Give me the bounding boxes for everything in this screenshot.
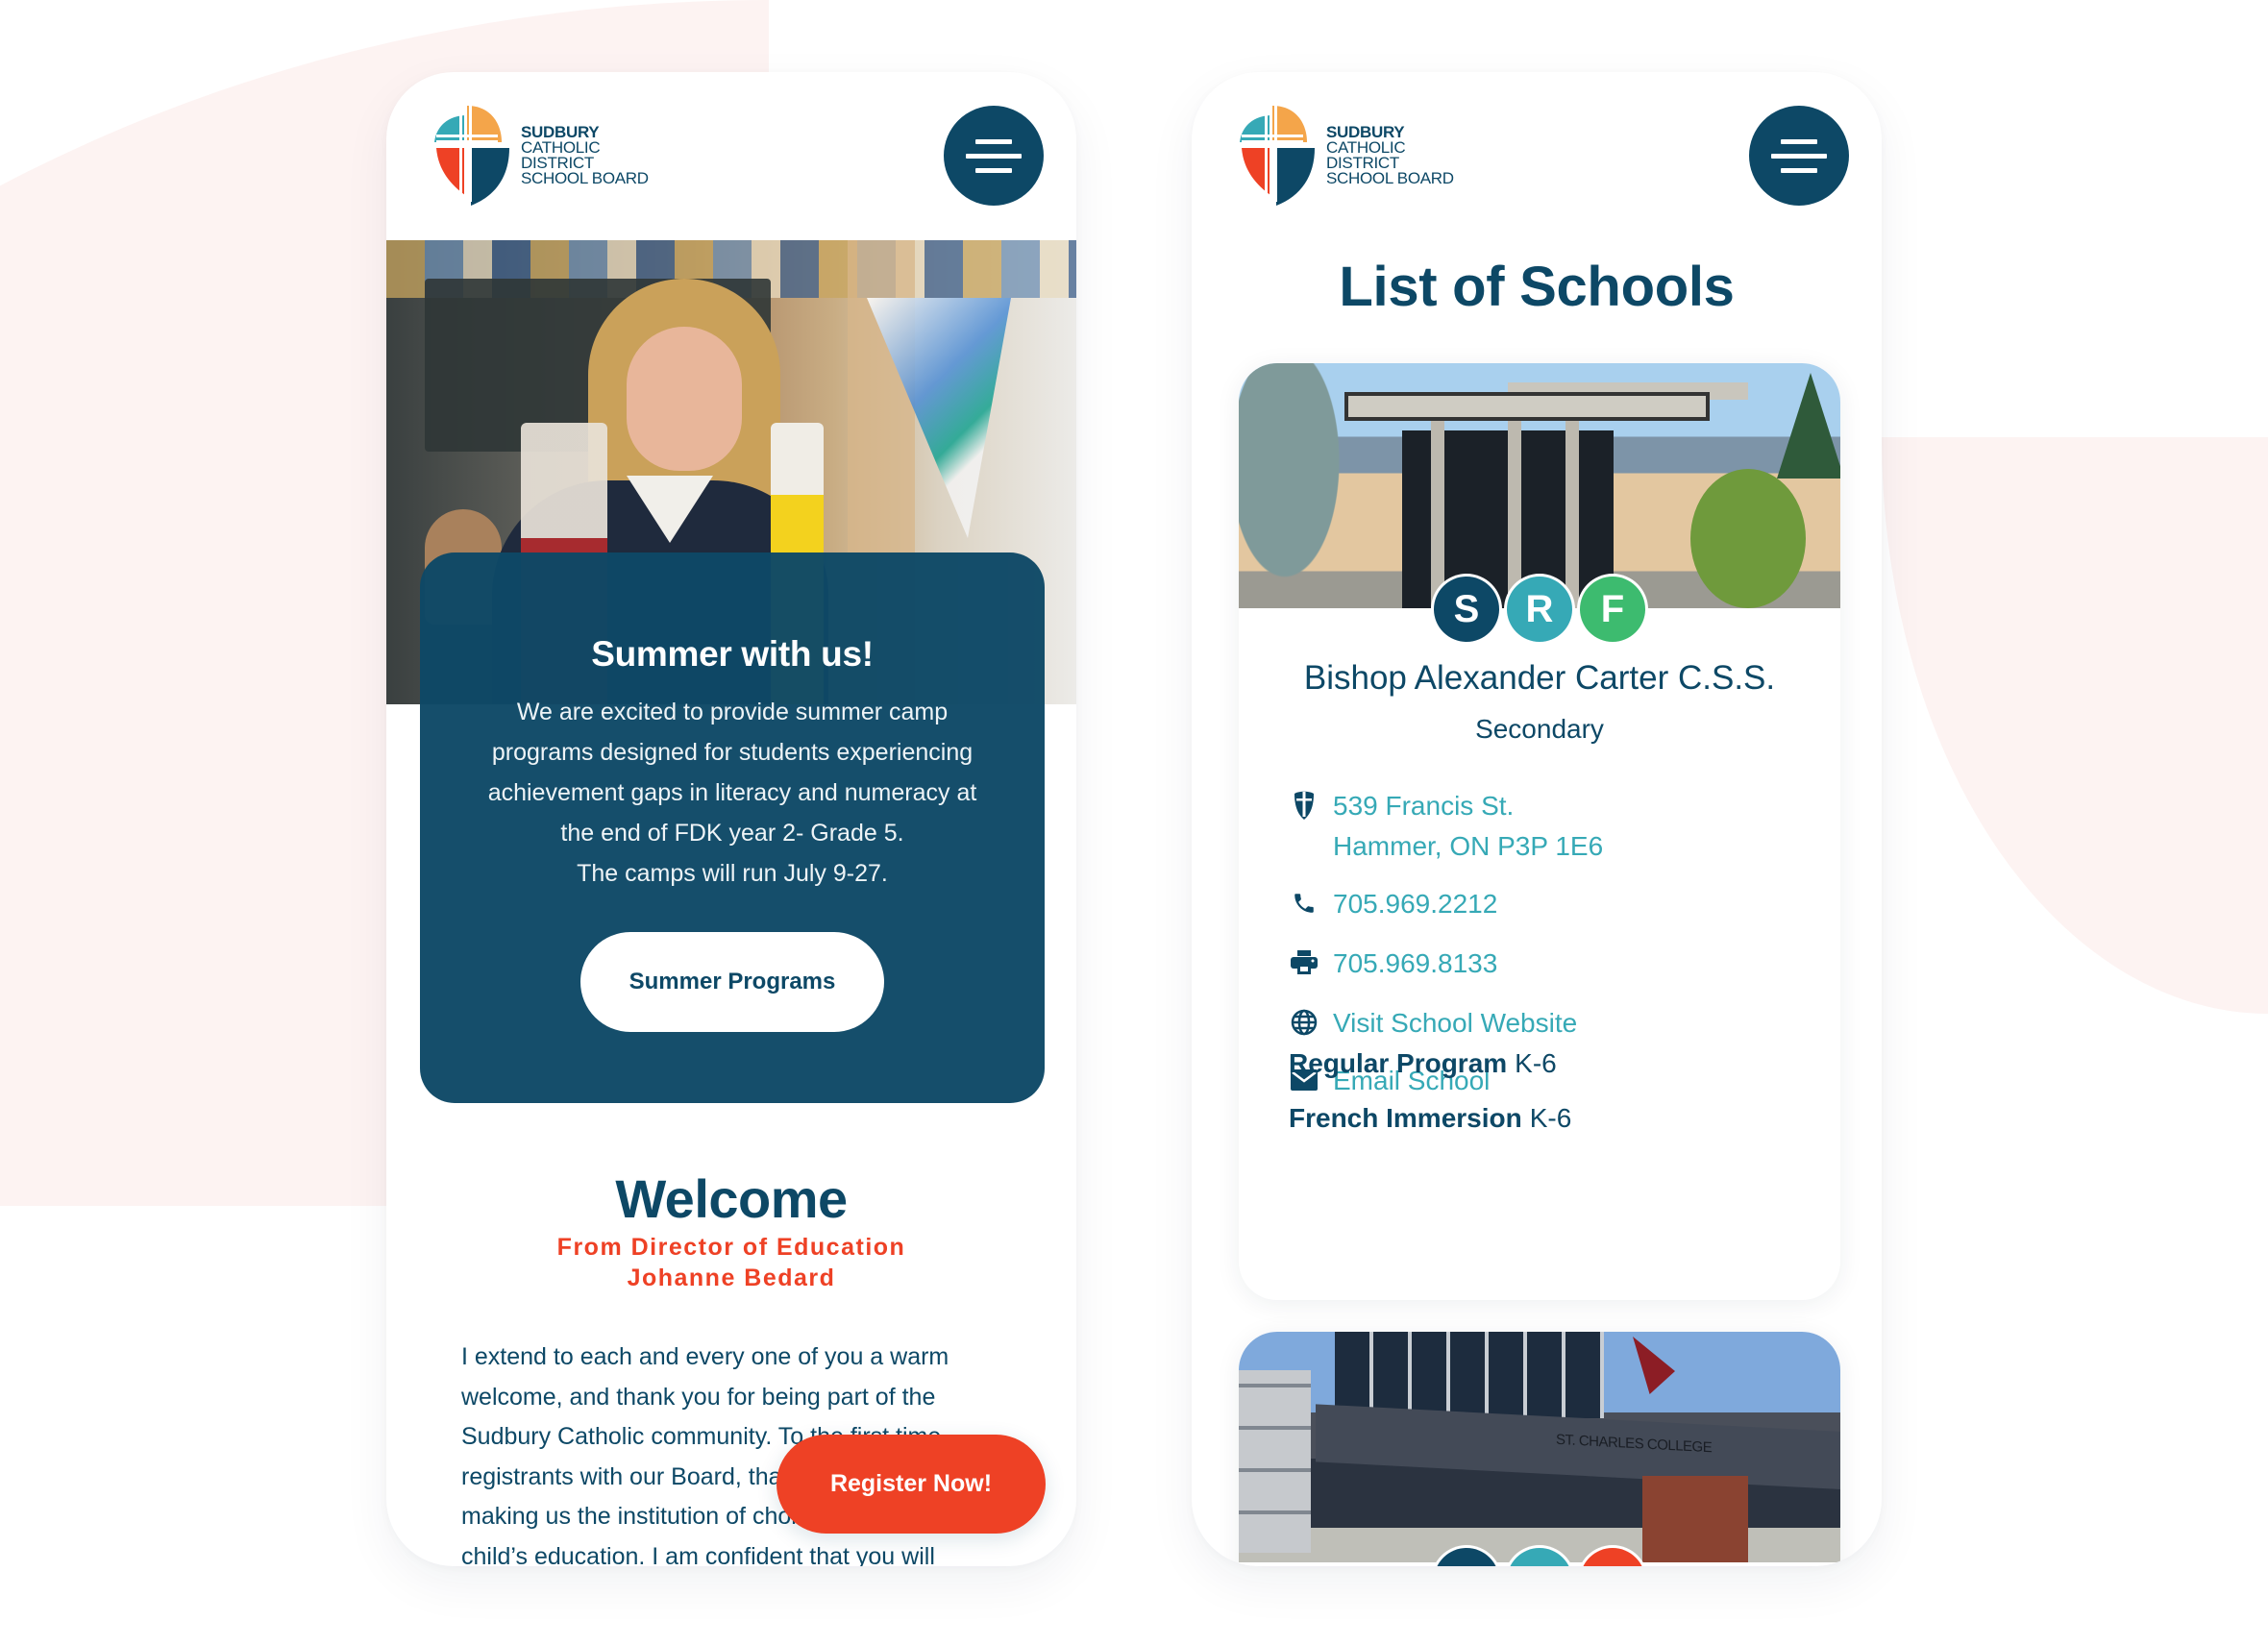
shield-cross-logo-icon bbox=[434, 106, 509, 206]
fax-link[interactable]: 705.969.8133 bbox=[1333, 944, 1497, 984]
page-title: List of Schools bbox=[1339, 256, 1735, 318]
logo-line-4: SCHOOL BOARD bbox=[1326, 169, 1454, 187]
badge-french: F bbox=[1580, 1548, 1645, 1566]
school-photo: ST. CHARLES COLLEGE bbox=[1239, 1332, 1840, 1562]
photo-left-windows bbox=[1239, 1370, 1311, 1553]
printer-fax-icon bbox=[1289, 947, 1319, 978]
visit-website-link[interactable]: Visit School Website bbox=[1333, 1003, 1577, 1043]
hamburger-line bbox=[1771, 153, 1827, 159]
welcome-line: I extend to each and every one of you a … bbox=[461, 1343, 949, 1370]
welcome-subtitle: From Director of Education Johanne Bedar… bbox=[386, 1232, 1076, 1293]
address-row: 539 Francis St. Hammer, ON P3P 1E6 bbox=[1289, 786, 1603, 884]
phone-mockup-home: SUDBURY CATHOLIC DISTRICT SCHOOL BOARD S… bbox=[386, 72, 1076, 1566]
hero-student-face bbox=[627, 327, 742, 471]
shield-cross-logo-icon bbox=[1240, 106, 1315, 206]
menu-button[interactable] bbox=[944, 106, 1044, 206]
badge-french: F bbox=[1580, 577, 1645, 642]
logo-wordmark: SUDBURY CATHOLIC DISTRICT SCHOOL BOARD bbox=[1326, 124, 1454, 187]
program-badges: S R F bbox=[1434, 1548, 1645, 1566]
summer-title: Summer with us! bbox=[591, 634, 874, 674]
programs-list: Regular Program K-6 French Immersion K-6 bbox=[1289, 1048, 1571, 1158]
phone-link[interactable]: 705.969.2212 bbox=[1333, 884, 1497, 924]
site-logo[interactable]: SUDBURY CATHOLIC DISTRICT SCHOOL BOARD bbox=[1238, 104, 1454, 208]
welcome-title: Welcome bbox=[615, 1168, 848, 1229]
welcome-subtitle-role: From Director of Education bbox=[556, 1234, 906, 1261]
program-name: Regular Program bbox=[1289, 1048, 1508, 1078]
phone-mockup-schools: SUDBURY CATHOLIC DISTRICT SCHOOL BOARD L… bbox=[1192, 72, 1882, 1566]
program-badges: S R F bbox=[1434, 577, 1645, 642]
address-link[interactable]: 539 Francis St. Hammer, ON P3P 1E6 bbox=[1333, 786, 1603, 867]
site-header: SUDBURY CATHOLIC DISTRICT SCHOOL BOARD bbox=[386, 72, 1076, 240]
school-card: S R F Bishop Alexander Carter C.S.S. Sec… bbox=[1239, 363, 1840, 1300]
logo-wordmark: SUDBURY CATHOLIC DISTRICT SCHOOL BOARD bbox=[521, 124, 649, 187]
globe-icon bbox=[1289, 1007, 1319, 1038]
shield-location-icon bbox=[1289, 790, 1319, 821]
program-grades: K-6 bbox=[1529, 1103, 1572, 1133]
welcome-subtitle-name: Johanne Bedard bbox=[627, 1264, 836, 1291]
welcome-line: child’s education. I am confident that y… bbox=[461, 1542, 935, 1567]
photo-cardinal-logo bbox=[1633, 1337, 1675, 1394]
welcome-line: welcome, and thank you for being part of… bbox=[461, 1383, 936, 1411]
summer-line: We are excited to provide summer camp bbox=[516, 699, 949, 725]
address-line-1: 539 Francis St. bbox=[1333, 791, 1515, 821]
hamburger-line bbox=[966, 153, 1022, 159]
summer-line: the end of FDK year 2- Grade 5. bbox=[560, 820, 904, 847]
register-now-button[interactable]: Register Now! bbox=[777, 1435, 1046, 1534]
hamburger-line bbox=[975, 167, 1012, 173]
summer-description: We are excited to provide summer camp pr… bbox=[420, 692, 1045, 894]
program-row: Regular Program K-6 bbox=[1289, 1048, 1571, 1103]
program-row: French Immersion K-6 bbox=[1289, 1103, 1571, 1158]
badge-regular: R bbox=[1507, 1548, 1572, 1566]
badge-secondary: S bbox=[1434, 577, 1499, 642]
summer-line: programs designed for students experienc… bbox=[491, 739, 974, 766]
school-photo bbox=[1239, 363, 1840, 608]
badge-secondary: S bbox=[1434, 1548, 1499, 1566]
menu-button[interactable] bbox=[1749, 106, 1849, 206]
address-line-2: Hammer, ON P3P 1E6 bbox=[1333, 831, 1604, 861]
school-name: Bishop Alexander Carter C.S.S. bbox=[1303, 659, 1776, 697]
site-logo[interactable]: SUDBURY CATHOLIC DISTRICT SCHOOL BOARD bbox=[432, 104, 649, 208]
photo-tree bbox=[1239, 363, 1354, 608]
hamburger-menu-icon bbox=[1781, 138, 1817, 144]
hamburger-menu-icon bbox=[975, 138, 1012, 144]
phone-icon bbox=[1289, 888, 1319, 919]
photo-pine bbox=[1777, 373, 1840, 479]
summer-programs-button[interactable]: Summer Programs bbox=[580, 932, 884, 1032]
phone-row: 705.969.2212 bbox=[1289, 884, 1603, 944]
summer-line: achievement gaps in literacy and numerac… bbox=[487, 779, 977, 806]
background-arc-right bbox=[1882, 437, 2268, 1014]
program-name: French Immersion bbox=[1289, 1103, 1522, 1133]
photo-brick-wall bbox=[1642, 1476, 1748, 1562]
logo-line-4: SCHOOL BOARD bbox=[521, 169, 649, 187]
badge-regular: R bbox=[1507, 577, 1572, 642]
school-level: Secondary bbox=[1475, 714, 1604, 744]
site-header: SUDBURY CATHOLIC DISTRICT SCHOOL BOARD bbox=[1192, 72, 1882, 240]
program-grades: K-6 bbox=[1515, 1048, 1557, 1078]
hamburger-line bbox=[1781, 167, 1817, 173]
school-card: ST. CHARLES COLLEGE S R F bbox=[1239, 1332, 1840, 1566]
photo-bush bbox=[1690, 469, 1806, 608]
summer-promo-card: Summer with us! We are excited to provid… bbox=[420, 552, 1045, 1103]
fax-row: 705.969.8133 bbox=[1289, 944, 1603, 1003]
photo-windows bbox=[1335, 1332, 1604, 1418]
photo-canopy bbox=[1344, 392, 1710, 421]
summer-line: The camps will run July 9-27. bbox=[577, 860, 888, 887]
